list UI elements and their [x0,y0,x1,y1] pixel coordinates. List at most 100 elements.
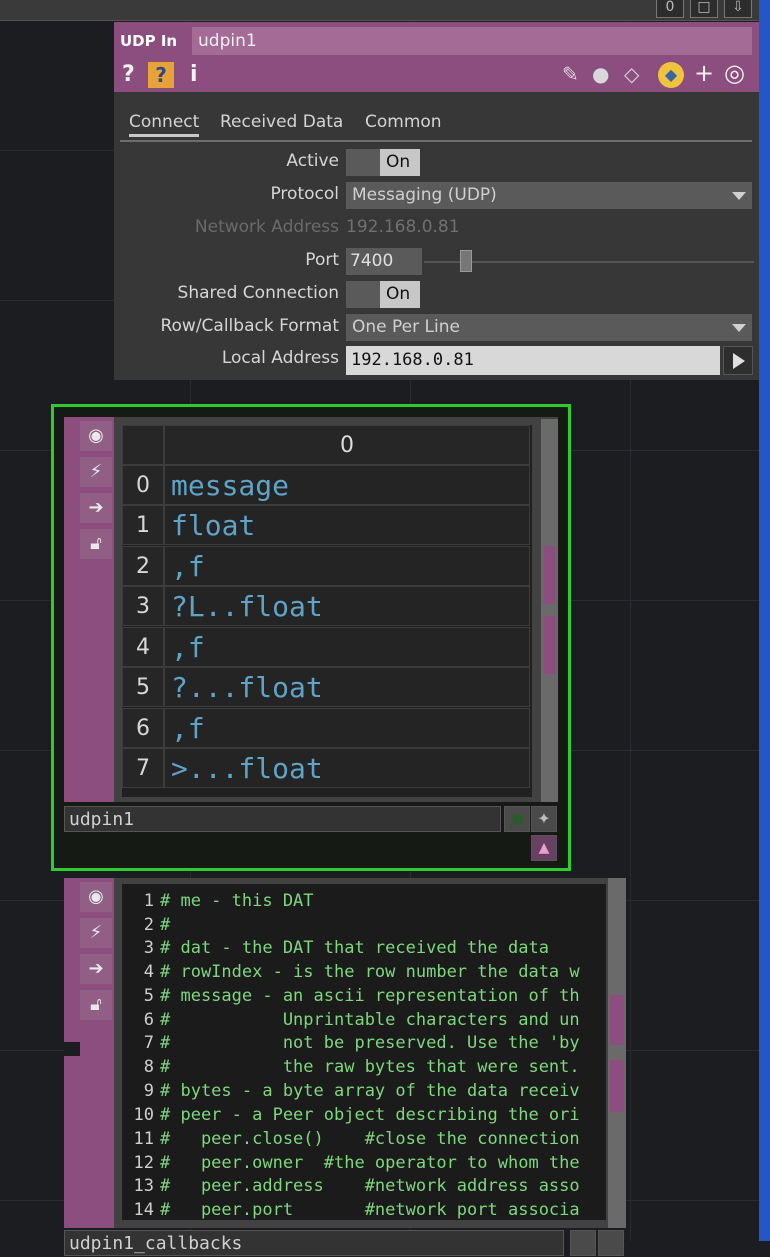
callbacks-output-connector[interactable] [610,1060,624,1112]
pin-icon[interactable]: ✦ [531,806,557,832]
bypass-icon[interactable]: ⚡ [80,457,112,487]
line-text: # peer - a Peer object describing the or… [160,1105,580,1125]
line-text: # the raw bytes that were sent. [160,1057,580,1077]
table-row: 7 >...float [122,748,532,788]
callbacks-code-view[interactable]: 1 # me - this DAT 2 # 3 # dat - the DAT tha… [122,884,606,1220]
row-index: 2 [122,546,164,586]
local-address-menu-button[interactable] [723,346,753,375]
protocol-value: Messaging (UDP) [352,185,497,205]
parameter-header: UDP In udpin1 ? ? i ✎ ● ◇ ◆ + ◎ [114,22,759,92]
param-row-active: Active On [114,147,759,177]
code-line: 6 # Unprintable characters and un [122,1008,606,1032]
code-line: 1 # me - this DAT [122,889,606,913]
line-text: # [160,915,171,935]
code-line: 12 # peer.owner #the operator to whom the [122,1151,606,1175]
output-connector[interactable] [543,546,556,604]
network-address-value: 192.168.0.81 [346,217,460,237]
output-connector-2[interactable] [543,616,556,674]
operator-name-field[interactable]: udpin1 [192,27,752,55]
line-number: 7 [143,1033,154,1053]
lock-icon[interactable]: 🔓︎ [80,990,112,1020]
line-text: # not be preserved. Use the 'by [160,1033,580,1053]
table-row: 5 ?...float [122,667,532,707]
row-index: 7 [122,748,164,788]
code-line: 11 # peer.close() #close the connection [122,1127,606,1151]
line-number: 13 [133,1176,154,1196]
row-callback-format-dropdown[interactable]: One Per Line [346,314,752,341]
add-icon[interactable]: + [694,59,714,87]
row-value: ?L..float [164,586,530,626]
python-icon[interactable]: ◆ [658,62,684,88]
code-line: 5 # message - an ascii representation of … [122,984,606,1008]
code-line: 8 # the raw bytes that were sent. [122,1055,606,1079]
python-help-icon[interactable]: ? [148,62,174,88]
shared-connection-label: Shared Connection [177,283,339,303]
local-address-field[interactable]: 192.168.0.81 [346,346,720,375]
port-field[interactable]: 7400 [346,248,422,275]
tab-common[interactable]: Common [365,112,442,132]
row-index: 5 [122,667,164,707]
parameter-tabs: Connect Received Data Common [120,104,752,142]
udpin1-table[interactable]: 0 0 message 1 float 2 ,f 3 ?L..float 4 ,f 5?.… [122,425,532,797]
table-row: 1 float [122,505,532,545]
tab-connect[interactable]: Connect [129,112,200,137]
param-row-shared-connection: Shared Connection On [114,279,759,309]
table-column-header: 0 [164,425,530,465]
help-icon[interactable]: ? [122,62,135,87]
row-index: 1 [122,505,164,545]
clone-icon[interactable]: ◇ [624,62,639,86]
viewer-toggle-icon[interactable] [504,806,530,832]
protocol-label: Protocol [270,184,339,204]
table-row: 2 ,f [122,546,532,586]
comment-icon[interactable]: ● [592,62,609,86]
shared-connection-toggle[interactable]: On [346,281,420,308]
param-row-local-address: Local Address 192.168.0.81 [114,344,759,375]
udpin1-name-field[interactable]: udpin1 [64,806,501,832]
window-button[interactable]: □ [690,0,718,18]
param-row-port: Port 7400 [114,246,759,276]
line-text: # Unprintable characters and un [160,1010,580,1030]
export-icon[interactable]: ➔ [80,954,112,984]
line-number: 1 [143,891,154,911]
viewer-icon[interactable]: ◉ [80,421,112,451]
edit-icon[interactable]: ✎ [562,62,579,86]
active-toggle-value: On [380,149,420,176]
viewer-toggle-icon[interactable] [570,1230,596,1256]
callbacks-scrollbar[interactable] [608,878,626,1228]
target-icon[interactable]: ◎ [724,59,745,87]
callbacks-name-field[interactable]: udpin1_callbacks [64,1230,564,1256]
callbacks-input-connector[interactable] [610,995,624,1045]
bypass-icon[interactable]: ⚡ [80,918,112,948]
viewer-icon[interactable]: ◉ [80,882,112,912]
info-icon[interactable]: i [190,62,198,87]
protocol-dropdown[interactable]: Messaging (UDP) [346,182,752,209]
port-slider-track[interactable] [424,261,754,263]
output-arrow-icon[interactable]: ▲ [531,835,557,861]
tab-received-data[interactable]: Received Data [220,112,343,132]
row-index: 6 [122,708,164,748]
export-icon[interactable]: ➔ [80,493,112,523]
port-slider-handle[interactable] [460,250,472,272]
table-row: 4 ,f [122,627,532,667]
udpin1-scrollbar[interactable] [541,419,558,802]
line-number: 5 [143,986,154,1006]
port-label: Port [305,250,339,270]
line-number: 10 [133,1105,154,1125]
param-row-protocol: Protocol Messaging (UDP) [114,180,759,210]
line-text: # message - an ascii representation of t… [160,986,580,1006]
pin-icon[interactable] [598,1230,624,1256]
operator-type-label: UDP In [120,32,178,50]
line-number: 4 [143,962,154,982]
code-line: 9 # bytes - a byte array of the data rece… [122,1079,606,1103]
chevron-down-icon [732,192,746,200]
code-line: 4 # rowIndex - is the row number the data… [122,960,606,984]
row-callback-format-value: One Per Line [352,317,460,337]
lock-icon[interactable]: 🔓︎ [80,529,112,559]
row-value: message [164,465,530,505]
download-button[interactable]: ⇩ [724,0,752,18]
code-line: 14 # peer.port #network port associa [122,1198,606,1220]
zero-button[interactable]: 0 [656,0,684,18]
active-toggle[interactable]: On [346,149,420,176]
active-label: Active [286,151,339,171]
line-text: # peer.owner #the operator to whom the [160,1153,580,1173]
